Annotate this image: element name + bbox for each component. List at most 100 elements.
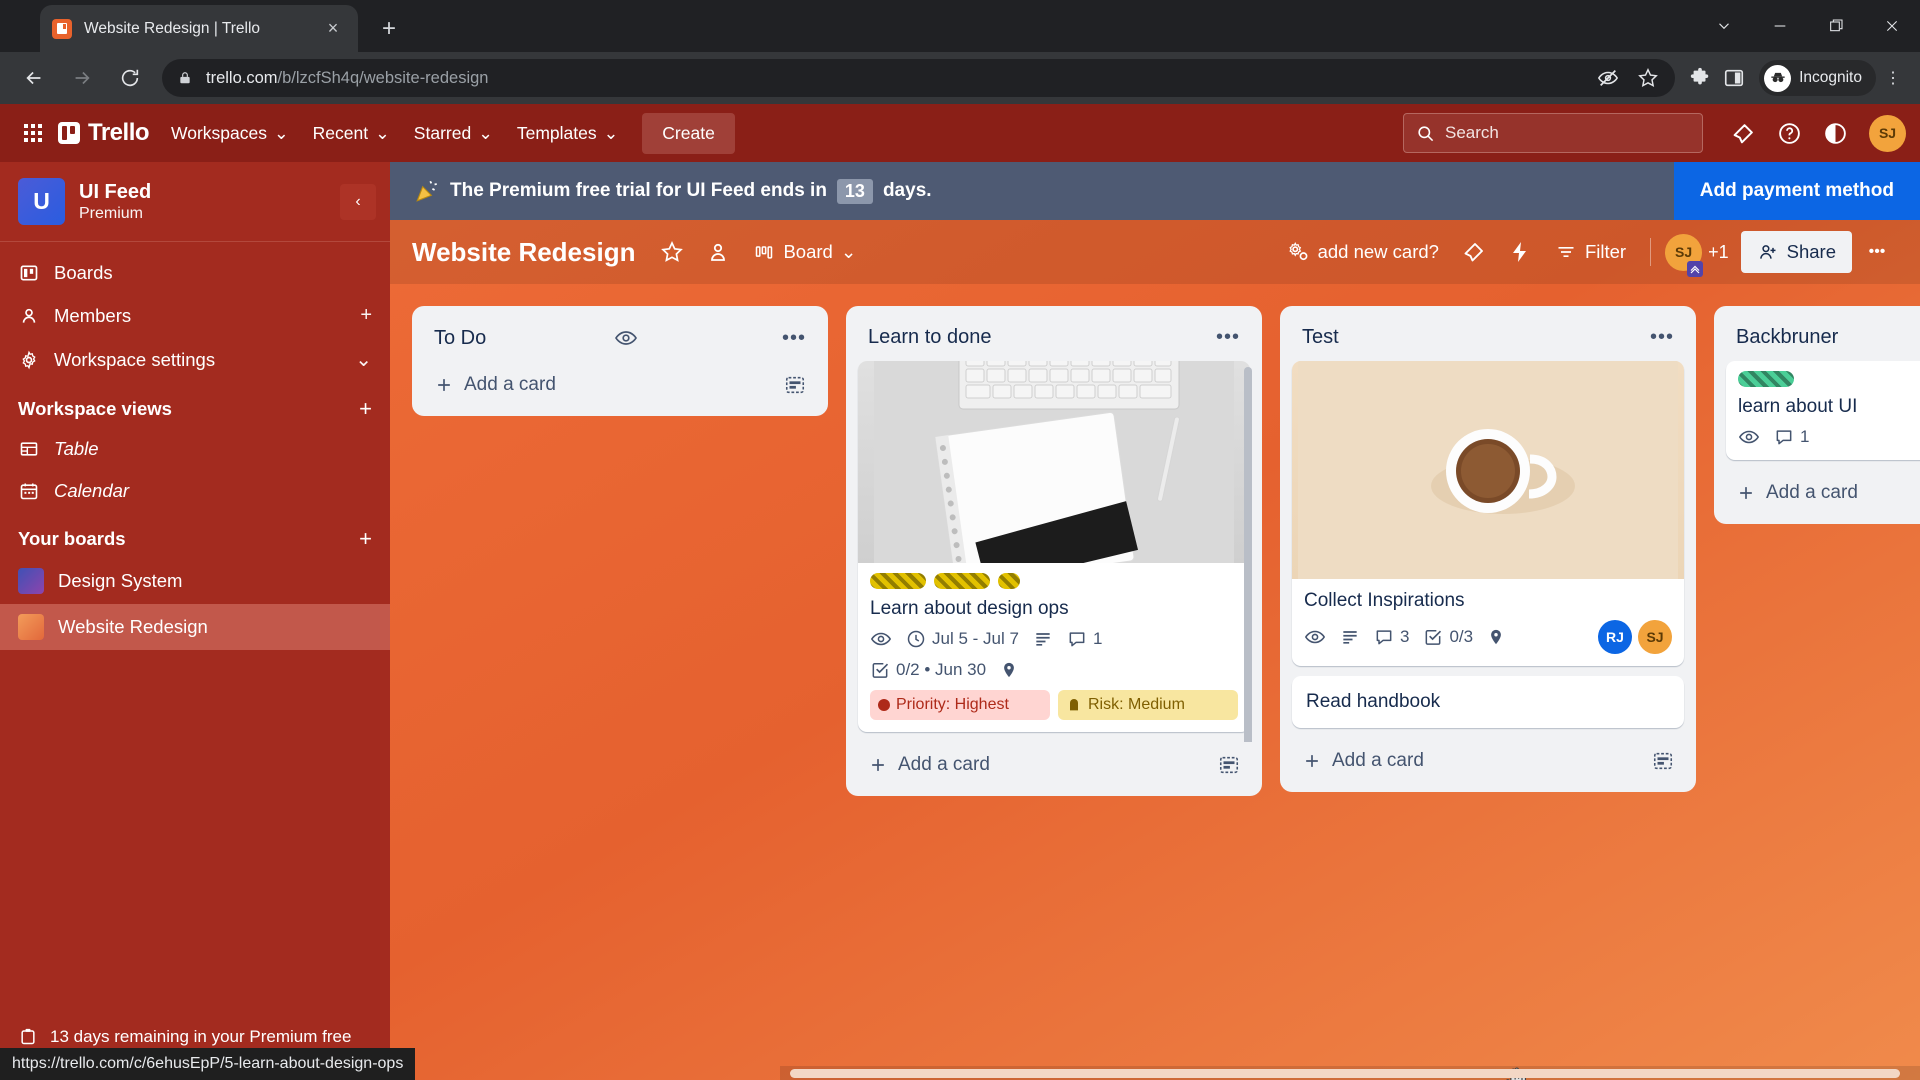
workspace-visible-icon[interactable] bbox=[697, 231, 739, 273]
horizontal-scrollbar[interactable] bbox=[780, 1066, 1920, 1080]
nav-starred[interactable]: Starred ⌄ bbox=[402, 115, 505, 152]
watch-badge bbox=[870, 628, 892, 650]
add-board-button[interactable]: + bbox=[359, 526, 372, 552]
search-icon bbox=[1416, 124, 1435, 143]
list-title[interactable]: To Do bbox=[434, 327, 486, 350]
automation-button[interactable]: add new card? bbox=[1276, 231, 1449, 273]
list-menu-icon[interactable]: ••• bbox=[1216, 326, 1240, 349]
trello-logo[interactable]: Trello bbox=[58, 119, 150, 147]
card-badges-row2: 0/2 • Jun 30 bbox=[870, 660, 1238, 680]
board-more-menu-icon[interactable]: ••• bbox=[1856, 231, 1898, 273]
notifications-icon[interactable] bbox=[1723, 113, 1763, 153]
list-title[interactable]: Test bbox=[1302, 326, 1339, 349]
custom-field-risk[interactable]: Risk: Medium bbox=[1058, 689, 1238, 720]
trello-favicon-icon bbox=[52, 18, 72, 39]
back-icon[interactable] bbox=[14, 58, 54, 98]
eye-icon[interactable] bbox=[614, 326, 638, 350]
theme-toggle-icon[interactable] bbox=[1815, 113, 1855, 153]
star-icon[interactable] bbox=[651, 231, 693, 273]
card-label[interactable] bbox=[870, 573, 926, 589]
add-member-button[interactable]: + bbox=[360, 304, 372, 327]
star-icon[interactable] bbox=[1631, 61, 1665, 95]
card-learn-about-ui[interactable]: learn about UI 1 bbox=[1726, 361, 1920, 460]
add-card-button[interactable]: Add a card bbox=[1290, 738, 1686, 784]
filter-button[interactable]: Filter bbox=[1545, 231, 1636, 273]
browser-tab[interactable]: Website Redesign | Trello × bbox=[40, 5, 358, 52]
sidebar-item-boards[interactable]: Boards bbox=[0, 252, 390, 294]
top-nav-right: Search SJ bbox=[1403, 113, 1906, 153]
search-input[interactable]: Search bbox=[1403, 113, 1703, 153]
card-label[interactable] bbox=[998, 573, 1020, 589]
add-view-button[interactable]: + bbox=[359, 396, 372, 422]
workspace-logo: U bbox=[18, 178, 65, 225]
filter-icon bbox=[1555, 242, 1577, 262]
card-learn-about-design-ops[interactable]: Learn about design ops Jul 5 - Jul 7 1 0… bbox=[858, 361, 1250, 732]
description-icon bbox=[1033, 629, 1053, 649]
rocket-icon[interactable] bbox=[1453, 231, 1495, 273]
gear-icon bbox=[18, 350, 40, 370]
list-title[interactable]: Learn to done bbox=[868, 326, 991, 349]
custom-field-priority[interactable]: Priority: Highest bbox=[870, 689, 1050, 720]
sidebar-item-design-system[interactable]: Design System bbox=[0, 558, 390, 604]
avatar[interactable]: SJ bbox=[1869, 114, 1906, 152]
reload-icon[interactable] bbox=[110, 58, 150, 98]
avatar[interactable]: SJ bbox=[1638, 619, 1672, 654]
chevron-down-icon[interactable]: ⌄ bbox=[355, 347, 372, 372]
add-payment-method-button[interactable]: Add payment method bbox=[1673, 162, 1920, 220]
bolt-icon[interactable] bbox=[1499, 231, 1541, 273]
add-card-button[interactable]: Add a card bbox=[422, 362, 818, 408]
card-label[interactable] bbox=[1738, 371, 1794, 387]
checklist-text: 0/3 bbox=[1449, 626, 1474, 646]
list-menu-icon[interactable]: ••• bbox=[1650, 326, 1674, 349]
avatar[interactable]: RJ bbox=[1598, 619, 1632, 654]
no-eye-icon[interactable] bbox=[1591, 61, 1625, 95]
share-button[interactable]: Share bbox=[1740, 231, 1852, 273]
collapse-sidebar-button[interactable]: ‹ bbox=[340, 183, 376, 220]
card-template-icon[interactable] bbox=[1218, 754, 1240, 776]
card-template-icon[interactable] bbox=[1652, 750, 1674, 772]
nav-templates-label: Templates bbox=[516, 122, 597, 143]
apps-grid-icon[interactable] bbox=[14, 114, 52, 152]
comments-badge: 1 bbox=[1067, 629, 1102, 649]
sidebar-item-members[interactable]: Members + bbox=[0, 294, 390, 337]
nav-recent-label: Recent bbox=[312, 122, 369, 143]
card-label[interactable] bbox=[934, 573, 990, 589]
browser-menu-icon[interactable]: ⋮ bbox=[1876, 61, 1910, 95]
board-view-switcher[interactable]: Board ⌄ bbox=[743, 231, 866, 273]
extensions-icon[interactable] bbox=[1683, 61, 1717, 95]
list-scrollbar[interactable] bbox=[1244, 367, 1252, 742]
sidebar-item-calendar[interactable]: Calendar bbox=[0, 470, 390, 512]
address-bar[interactable]: trello.com/b/lzcfSh4q/website-redesign bbox=[162, 59, 1676, 97]
add-card-button[interactable]: Add a card bbox=[856, 742, 1252, 788]
divider bbox=[1650, 238, 1652, 266]
sidebar-item-workspace-settings[interactable]: Workspace settings ⌄ bbox=[0, 337, 390, 382]
minimize-icon[interactable] bbox=[1752, 0, 1808, 52]
card-labels bbox=[1738, 371, 1920, 387]
nav-templates[interactable]: Templates ⌄ bbox=[505, 115, 630, 152]
chevron-down-icon[interactable] bbox=[1696, 0, 1752, 52]
nav-workspaces[interactable]: Workspaces ⌄ bbox=[159, 115, 301, 152]
sidebar-item-table[interactable]: Table bbox=[0, 428, 390, 470]
maximize-icon[interactable] bbox=[1808, 0, 1864, 52]
help-icon[interactable] bbox=[1769, 113, 1809, 153]
forward-icon[interactable] bbox=[62, 58, 102, 98]
profile-incognito-button[interactable]: Incognito bbox=[1759, 60, 1876, 96]
list-menu-icon[interactable]: ••• bbox=[782, 327, 806, 350]
close-icon[interactable]: × bbox=[320, 16, 346, 42]
create-button[interactable]: Create bbox=[642, 112, 735, 154]
new-tab-button[interactable]: + bbox=[372, 12, 406, 46]
search-placeholder: Search bbox=[1445, 123, 1499, 142]
sidebar-item-website-redesign[interactable]: Website Redesign bbox=[0, 604, 390, 650]
card-template-icon[interactable] bbox=[784, 374, 806, 396]
comments-count: 1 bbox=[1092, 628, 1103, 648]
eye-icon bbox=[870, 628, 892, 650]
list-cards: learn about UI 1 bbox=[1724, 361, 1920, 470]
card-read-handbook[interactable]: Read handbook bbox=[1292, 675, 1684, 729]
window-close-icon[interactable] bbox=[1864, 0, 1920, 52]
add-card-button[interactable]: Add a card bbox=[1724, 470, 1920, 516]
nav-recent[interactable]: Recent ⌄ bbox=[301, 115, 402, 152]
card-collect-inspirations[interactable]: Collect Inspirations 3 0/3 RJ SJ bbox=[1292, 361, 1684, 666]
extra-members-count[interactable]: +1 bbox=[1708, 242, 1729, 263]
side-panel-icon[interactable] bbox=[1717, 61, 1751, 95]
list-title[interactable]: Backbruner bbox=[1736, 326, 1838, 349]
